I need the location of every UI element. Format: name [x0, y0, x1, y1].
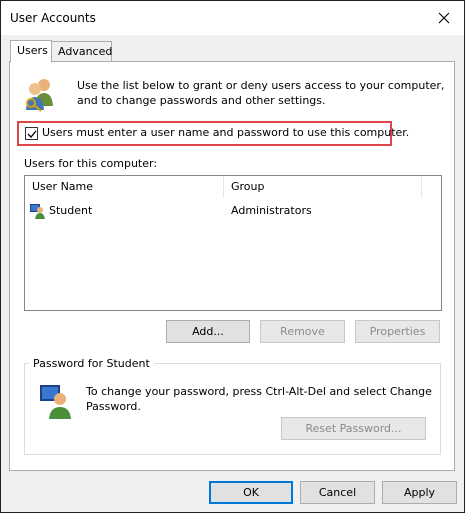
- require-login-checkbox[interactable]: [25, 127, 38, 140]
- tab-advanced[interactable]: Advanced: [52, 41, 112, 62]
- apply-button[interactable]: Apply: [382, 481, 457, 504]
- require-login-label[interactable]: Users must enter a user name and passwor…: [42, 126, 409, 139]
- user-icon: [30, 204, 45, 219]
- user-monitor-icon: [40, 385, 71, 419]
- password-help-text: To change your password, press Ctrl-Alt-…: [86, 385, 432, 413]
- list-header: User Name Group: [25, 176, 441, 198]
- properties-button[interactable]: Properties: [355, 320, 440, 343]
- window-title: User Accounts: [10, 11, 96, 25]
- users-listview[interactable]: User Name Group Student Administrators: [24, 175, 442, 311]
- title-bar: User Accounts: [1, 1, 464, 35]
- user-group-cell: Administrators: [231, 204, 312, 217]
- password-group-title: Password for Student: [29, 357, 154, 370]
- checkmark-icon: [27, 130, 36, 138]
- table-row[interactable]: Student Administrators: [25, 201, 441, 221]
- cancel-button[interactable]: Cancel: [300, 481, 375, 504]
- reset-password-button[interactable]: Reset Password...: [281, 417, 426, 440]
- remove-button[interactable]: Remove: [260, 320, 345, 343]
- tab-users[interactable]: Users: [10, 40, 52, 63]
- ok-button[interactable]: OK: [209, 481, 293, 504]
- column-header-group[interactable]: Group: [224, 176, 422, 198]
- users-list-label: Users for this computer:: [24, 157, 158, 170]
- add-button[interactable]: Add...: [166, 320, 250, 343]
- intro-text: Use the list below to grant or deny user…: [77, 79, 445, 107]
- column-header-user-name[interactable]: User Name: [25, 176, 224, 198]
- close-button[interactable]: [429, 4, 459, 32]
- users-keys-icon: [26, 79, 53, 112]
- close-icon: [438, 12, 450, 24]
- user-name-cell: Student: [49, 204, 93, 217]
